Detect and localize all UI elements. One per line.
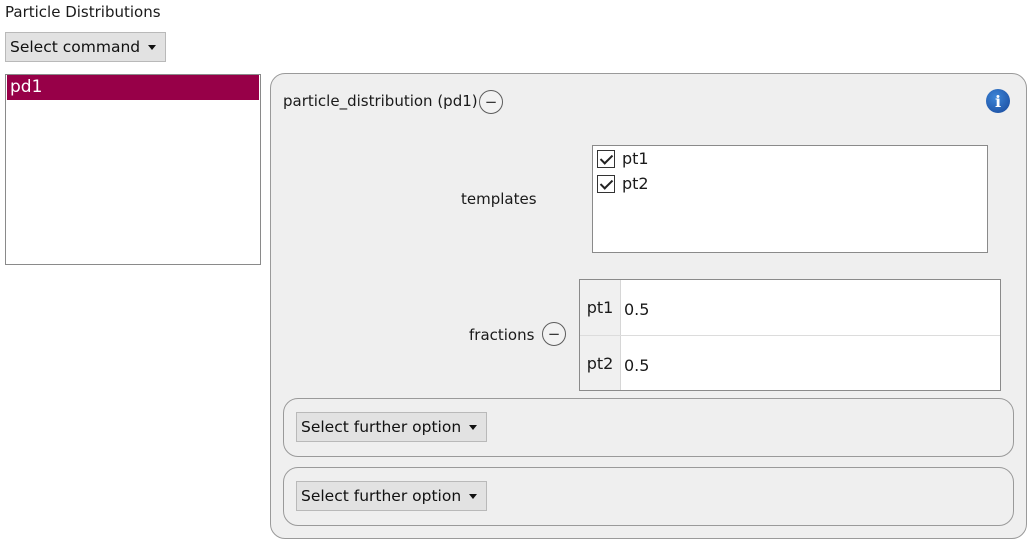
further-option-group: Select further option [283, 398, 1014, 457]
chevron-down-icon [469, 424, 478, 430]
select-further-option-dropdown[interactable]: Select further option [296, 412, 488, 442]
particle-distribution-panel: particle_distribution (pd1) − i template… [270, 73, 1027, 539]
checkbox-checked-icon[interactable] [597, 174, 615, 193]
fraction-value-field[interactable]: 0.5 [621, 280, 649, 335]
info-icon[interactable]: i [986, 89, 1010, 113]
template-item-pt1[interactable]: pt1 [593, 146, 987, 171]
collapse-button[interactable]: − [479, 90, 503, 114]
select-command-label: Select command [10, 38, 141, 56]
chevron-down-icon [148, 44, 157, 50]
table-row: pt2 0.5 [580, 335, 1000, 390]
template-label: pt1 [622, 149, 649, 168]
checkbox-checked-icon[interactable] [597, 149, 615, 168]
template-item-pt2[interactable]: pt2 [593, 171, 987, 196]
fractions-collapse-button[interactable]: − [542, 322, 566, 346]
info-glyph: i [994, 91, 1002, 111]
fraction-value-field[interactable]: 0.5 [621, 336, 649, 390]
further-option-group: Select further option [283, 467, 1014, 526]
select-command-dropdown[interactable]: Select command [5, 32, 167, 62]
row-key: pt1 [580, 280, 621, 335]
select-further-option-dropdown[interactable]: Select further option [296, 481, 488, 511]
panel-header: particle_distribution (pd1) [283, 92, 478, 110]
fractions-table: pt1 0.5 pt2 0.5 [579, 279, 1001, 391]
minus-circle-icon: − [484, 92, 498, 111]
select-further-option-label: Select further option [301, 487, 462, 505]
list-item[interactable]: pd1 [7, 75, 259, 100]
row-key: pt2 [580, 336, 621, 390]
template-label: pt2 [622, 174, 649, 193]
chevron-down-icon [469, 493, 478, 499]
select-further-option-label: Select further option [301, 418, 462, 436]
fractions-label: fractions [469, 326, 535, 344]
templates-label: templates [461, 190, 537, 208]
minus-circle-icon: − [547, 324, 561, 343]
templates-list: pt1 pt2 [592, 145, 988, 253]
page-title: Particle Distributions [5, 3, 161, 21]
distribution-list[interactable]: pd1 [5, 74, 261, 265]
table-row: pt1 0.5 [580, 280, 1000, 335]
